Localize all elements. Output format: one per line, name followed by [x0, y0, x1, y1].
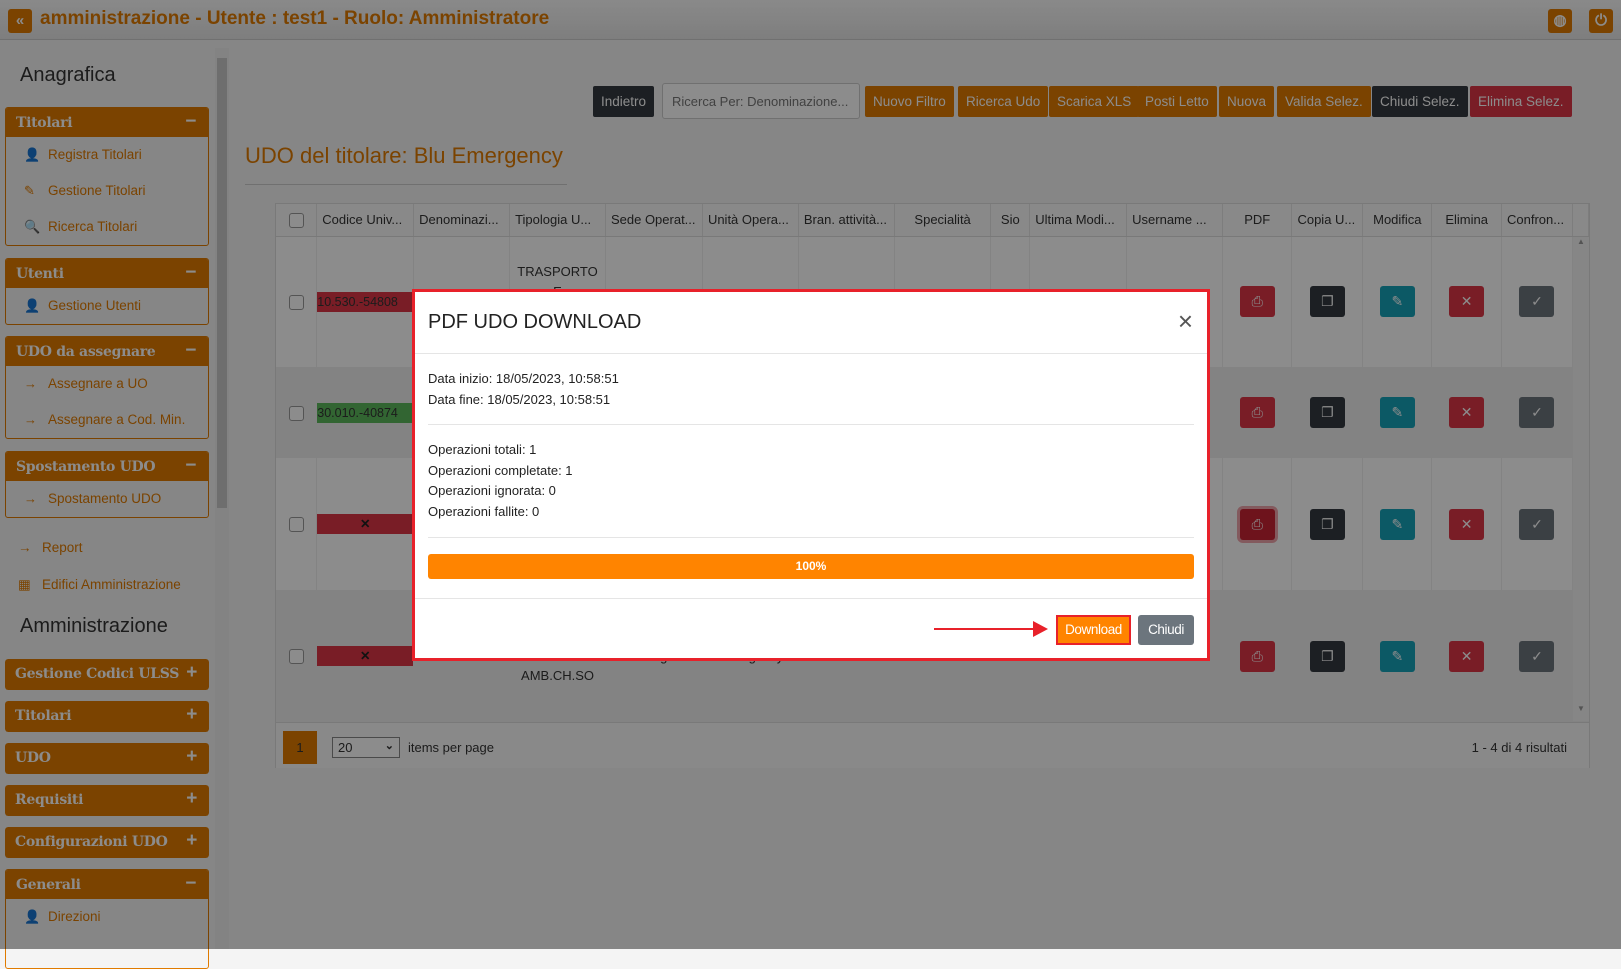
- end-date: Data fine: 18/05/2023, 10:58:51: [428, 391, 611, 407]
- modal-header: PDF UDO DOWNLOAD ×: [415, 292, 1207, 354]
- close-button[interactable]: Chiudi: [1138, 615, 1194, 645]
- start-date: Data inizio: 18/05/2023, 10:58:51: [428, 371, 619, 386]
- divider: [428, 537, 1194, 538]
- ignored-ops: Operazioni ignorata: 0: [428, 483, 556, 498]
- annotation-arrow: [934, 621, 1048, 637]
- progress-bar: 100%: [428, 554, 1194, 579]
- download-button[interactable]: Download: [1056, 615, 1131, 645]
- close-icon[interactable]: ×: [1178, 306, 1193, 337]
- completed-ops: Operazioni completate: 1: [428, 462, 573, 478]
- modal-footer: Download Chiudi: [415, 598, 1207, 658]
- total-ops: Operazioni totali: 1: [428, 442, 537, 457]
- pdf-download-modal: PDF UDO DOWNLOAD × Data inizio: 18/05/20…: [412, 289, 1210, 661]
- modal-body: Data inizio: 18/05/2023, 10:58:51 Data f…: [415, 354, 1207, 579]
- failed-ops: Operazioni fallite: 0: [428, 503, 540, 519]
- modal-title: PDF UDO DOWNLOAD: [428, 311, 642, 333]
